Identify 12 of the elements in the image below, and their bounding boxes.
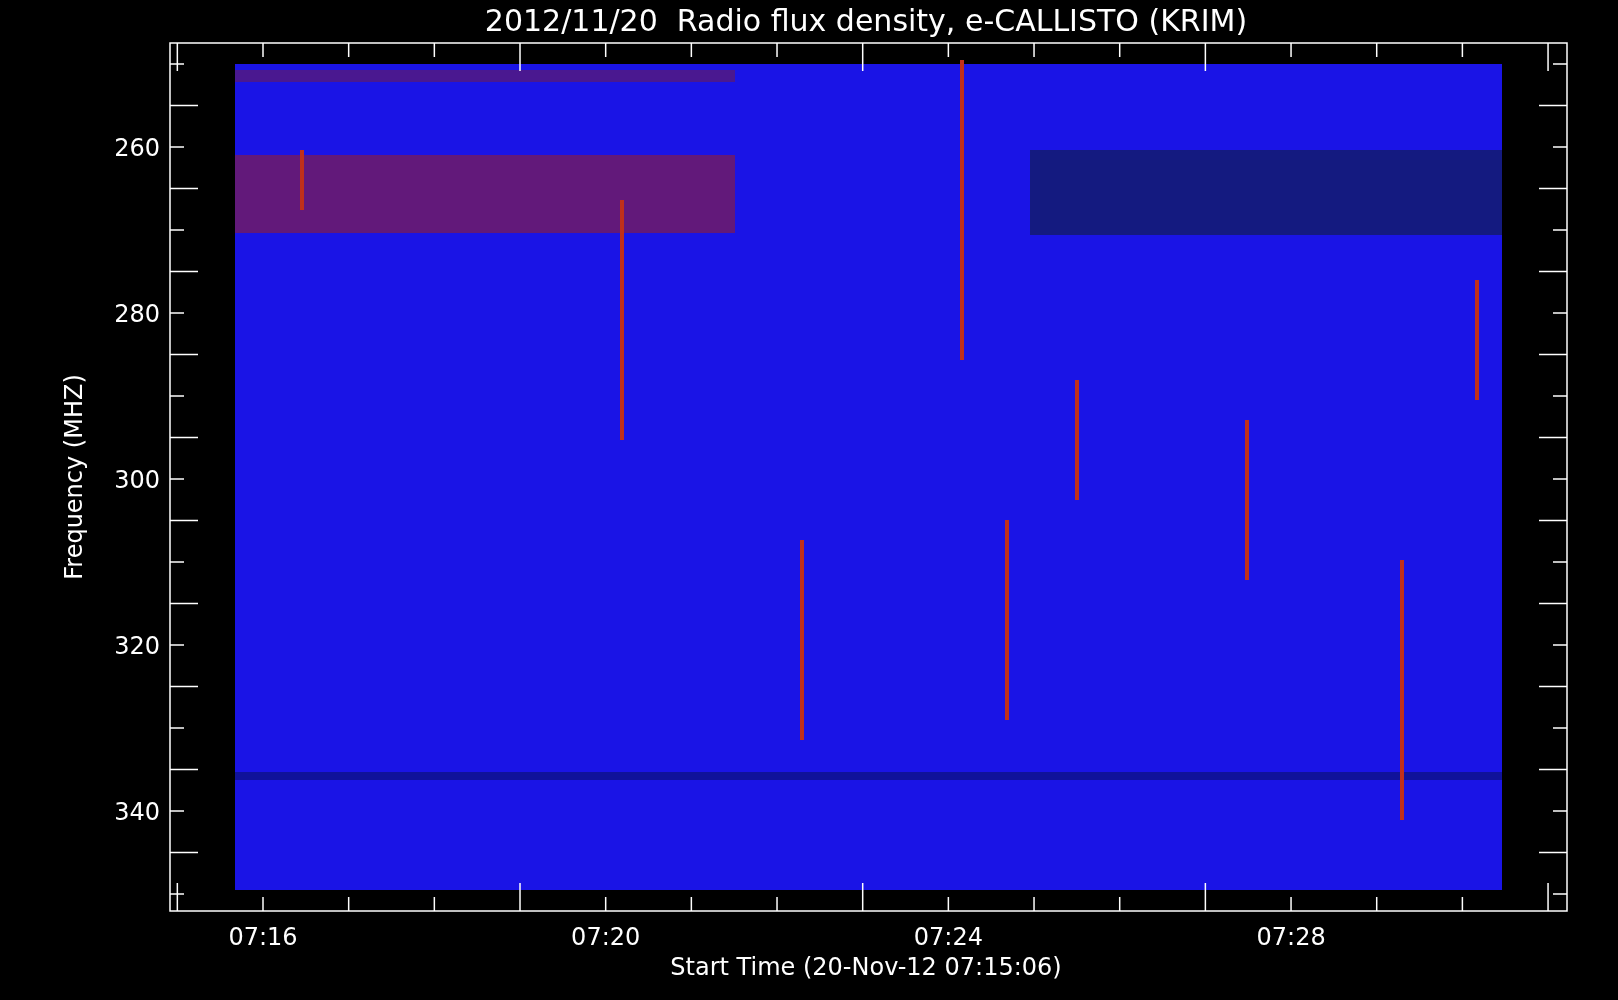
- y-tick-label: 340: [114, 798, 160, 826]
- y-axis-label: Frequency (MHZ): [60, 374, 88, 580]
- x-tick-label: 07:20: [571, 923, 641, 951]
- x-axis-label: Start Time (20-Nov-12 07:15:06): [670, 953, 1062, 981]
- x-tick-label: 07:24: [913, 923, 983, 951]
- y-tick-label: 300: [114, 466, 160, 494]
- y-tick-label: 280: [114, 300, 160, 328]
- chart-title: 2012/11/20 Radio flux density, e-CALLISTO (KRIM): [484, 3, 1248, 38]
- x-tick-label: 07:16: [228, 923, 298, 951]
- x-tick-label: 07:28: [1256, 923, 1326, 951]
- y-tick-label: 260: [114, 134, 160, 162]
- y-tick-label: 320: [114, 632, 160, 660]
